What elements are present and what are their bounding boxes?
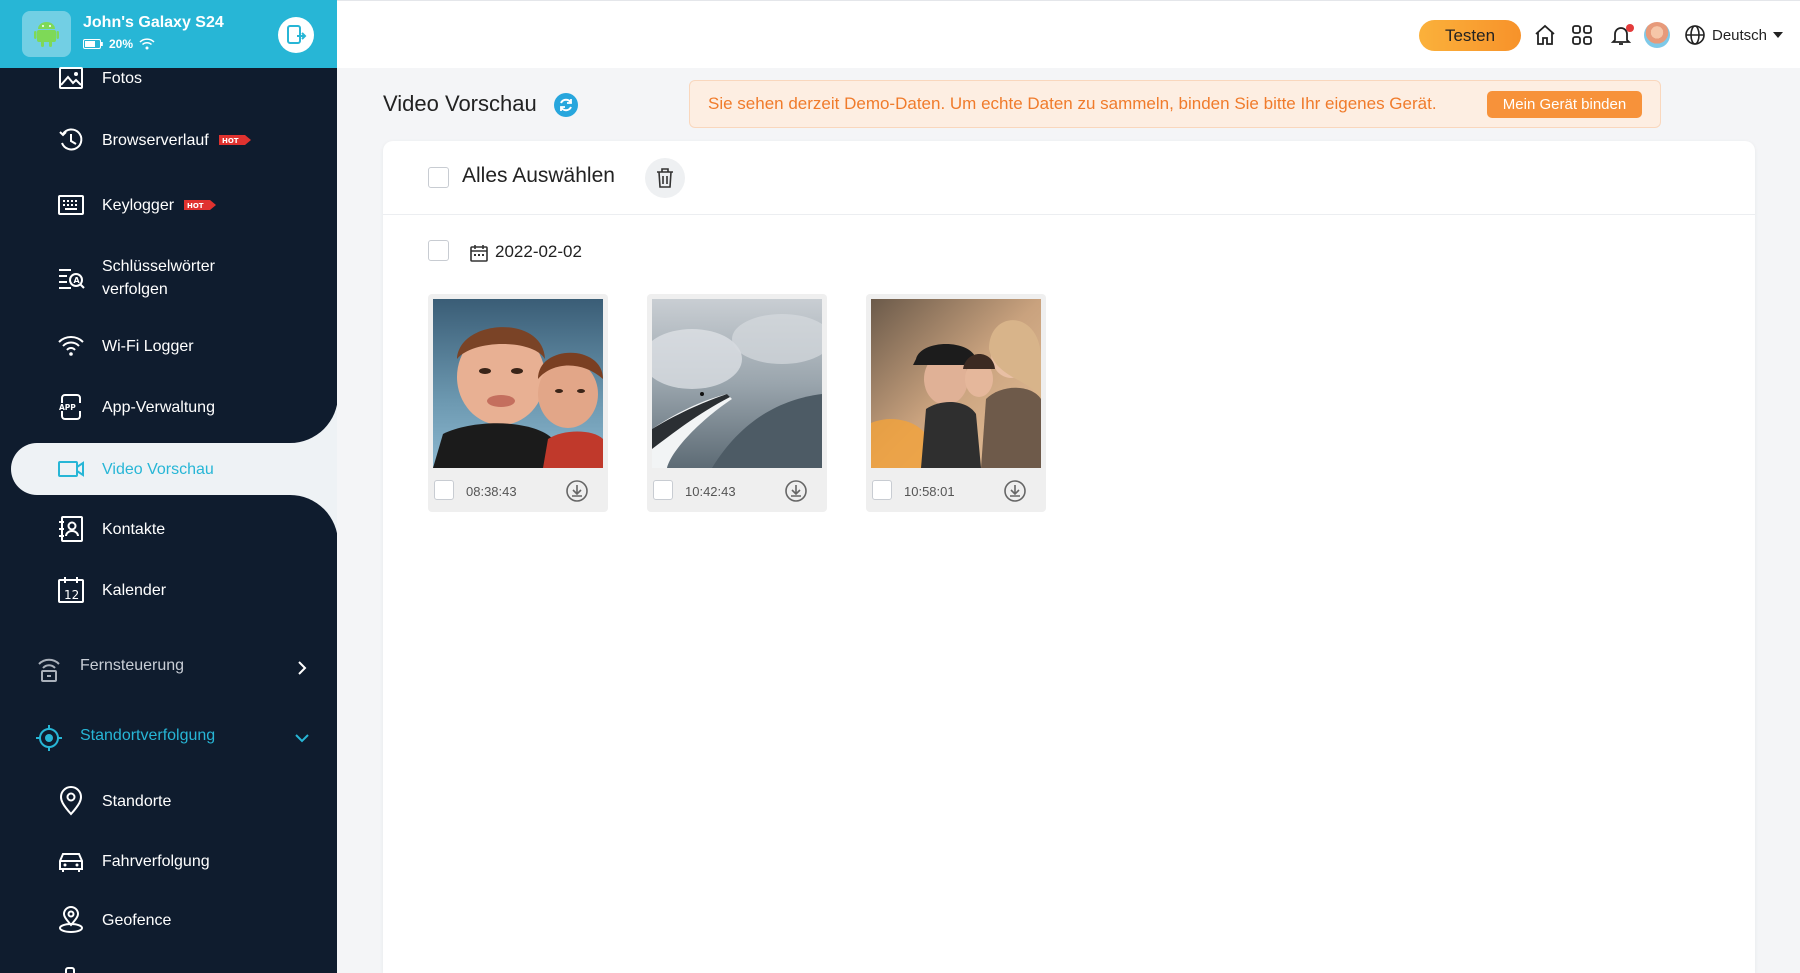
chevron-right-icon	[298, 661, 307, 675]
battery-icon	[83, 39, 103, 49]
video-thumbnail-image[interactable]	[652, 299, 822, 468]
chevron-down-icon	[295, 734, 309, 743]
wifi-icon	[58, 336, 84, 356]
image-icon	[59, 67, 83, 89]
home-icon[interactable]	[1533, 23, 1557, 47]
sidebar-item-label: Wi-Fi Logger	[102, 337, 194, 355]
hot-badge-text: HOT	[222, 137, 239, 145]
video-content-card: Alles Auswählen 2022-02-02 08:38:43 10:4…	[383, 141, 1755, 973]
video-thumbnail-card[interactable]: 10:58:01	[866, 294, 1046, 512]
car-icon	[59, 853, 83, 872]
location-pin-icon	[59, 786, 83, 816]
date-group-checkbox[interactable]	[428, 240, 449, 261]
select-all-label: Alles Auswählen	[462, 164, 615, 187]
download-icon[interactable]	[784, 479, 808, 503]
video-thumbnail-image[interactable]	[871, 299, 1041, 468]
notification-dot	[1626, 24, 1634, 32]
hot-badge-text: HOT	[187, 202, 204, 210]
caret-down-icon	[1773, 32, 1784, 38]
sidebar-item-fotos[interactable]: Fotos	[0, 52, 337, 104]
language-label: Deutsch	[1712, 26, 1768, 44]
sidebar-group-fernsteuerung[interactable]: Fernsteuerung	[0, 642, 337, 694]
video-checkbox[interactable]	[653, 480, 673, 500]
sidebar-item-app-verwaltung[interactable]: APP App-Verwaltung	[0, 381, 337, 433]
trash-icon	[657, 168, 673, 188]
delete-button[interactable]	[645, 158, 685, 198]
select-all-checkbox[interactable]	[428, 167, 449, 188]
refresh-icon[interactable]	[554, 93, 578, 117]
sidebar-item-video-vorschau[interactable]: Video Vorschau	[0, 443, 337, 495]
demo-data-banner: Sie sehen derzeit Demo-Daten. Um echte D…	[689, 80, 1661, 128]
keyboard-icon	[58, 195, 84, 215]
calendar-icon: 12	[58, 577, 84, 603]
device-status: 20%	[83, 37, 155, 51]
sidebar-item-kalender[interactable]: 12 Kalender	[0, 564, 337, 616]
history-icon	[59, 128, 83, 151]
battery-level: 20%	[109, 37, 134, 51]
sidebar-item-label: Schlüsselwörter verfolgen	[102, 258, 215, 298]
avatar[interactable]	[1644, 22, 1670, 48]
sidebar-item-keylogger[interactable]: Keylogger HOT	[0, 179, 337, 231]
sidebar-item-geofence[interactable]: Geofence	[0, 894, 337, 946]
video-checkbox[interactable]	[434, 480, 454, 500]
wifi-status-icon	[139, 38, 155, 50]
partial-next-item-icon	[65, 967, 75, 973]
video-checkbox[interactable]	[872, 480, 892, 500]
page-title: Video Vorschau	[383, 91, 537, 116]
sidebar-item-label: Fotos	[102, 69, 143, 87]
video-time: 10:58:01	[904, 484, 955, 499]
sidebar: John's Galaxy S24 20% Fotos Browserverla…	[0, 0, 337, 973]
sidebar-item-label: Kalender	[102, 581, 167, 599]
sidebar-group-label: Standortverfolgung	[80, 727, 216, 744]
sidebar-item-browserverlauf[interactable]: Browserverlauf HOT	[0, 114, 337, 166]
sidebar-item-label: Kontakte	[102, 520, 166, 538]
sidebar-item-label: Standorte	[102, 792, 172, 810]
sidebar-item-label: Fahrverfolgung	[102, 852, 210, 870]
video-thumbnail-card[interactable]: 10:42:43	[647, 294, 827, 512]
video-thumbnail-card[interactable]: 08:38:43	[428, 294, 608, 512]
android-icon	[22, 11, 71, 57]
app-icon: APP	[58, 394, 84, 420]
download-icon[interactable]	[565, 479, 589, 503]
calendar-small-icon	[470, 245, 488, 262]
top-bar: Testen Deutsch	[337, 0, 1800, 68]
sidebar-item-standorte[interactable]: Standorte	[0, 775, 337, 827]
location-target-icon	[36, 725, 62, 751]
hot-badge-icon: HOT	[218, 135, 251, 146]
sidebar-item-keywords[interactable]: A Schlüsselwörter verfolgen	[0, 252, 337, 304]
sidebar-item-label: Geofence	[102, 911, 172, 929]
sidebar-item-label: Browserverlauf	[102, 131, 209, 149]
sidebar-item-label: App-Verwaltung	[102, 398, 215, 416]
demo-banner-text: Sie sehen derzeit Demo-Daten. Um echte D…	[708, 94, 1437, 113]
sidebar-item-kontakte[interactable]: Kontakte	[0, 503, 337, 555]
svg-text:APP: APP	[59, 403, 76, 412]
test-button[interactable]: Testen	[1419, 20, 1521, 51]
sidebar-item-label: Keylogger	[102, 196, 175, 214]
video-time: 08:38:43	[466, 484, 517, 499]
video-time: 10:42:43	[685, 484, 736, 499]
keyword-search-icon: A	[59, 269, 85, 289]
contacts-icon	[59, 516, 83, 542]
video-icon	[58, 461, 84, 477]
remote-control-icon	[38, 658, 60, 682]
geofence-icon	[59, 906, 83, 933]
sidebar-group-label: Fernsteuerung	[80, 657, 185, 674]
language-selector[interactable]: Deutsch	[1684, 23, 1784, 47]
video-thumbnail-image[interactable]	[433, 299, 603, 468]
svg-text:A: A	[74, 276, 81, 285]
select-all-row: Alles Auswählen	[383, 141, 1755, 215]
sidebar-item-fahrverfolgung[interactable]: Fahrverfolgung	[0, 835, 337, 887]
sidebar-item-label: Video Vorschau	[102, 460, 214, 478]
hot-badge-icon: HOT	[184, 200, 217, 211]
switch-device-button[interactable]	[278, 17, 314, 53]
globe-icon	[1685, 25, 1705, 45]
bind-device-button[interactable]: Mein Gerät binden	[1487, 91, 1642, 118]
date-label: 2022-02-02	[495, 242, 582, 261]
sidebar-group-standortverfolgung[interactable]: Standortverfolgung	[0, 712, 337, 764]
device-name: John's Galaxy S24	[83, 14, 224, 31]
sidebar-item-wifi-logger[interactable]: Wi-Fi Logger	[0, 320, 337, 372]
download-icon[interactable]	[1003, 479, 1027, 503]
svg-text:12: 12	[64, 588, 79, 602]
apps-grid-icon[interactable]	[1570, 23, 1594, 47]
